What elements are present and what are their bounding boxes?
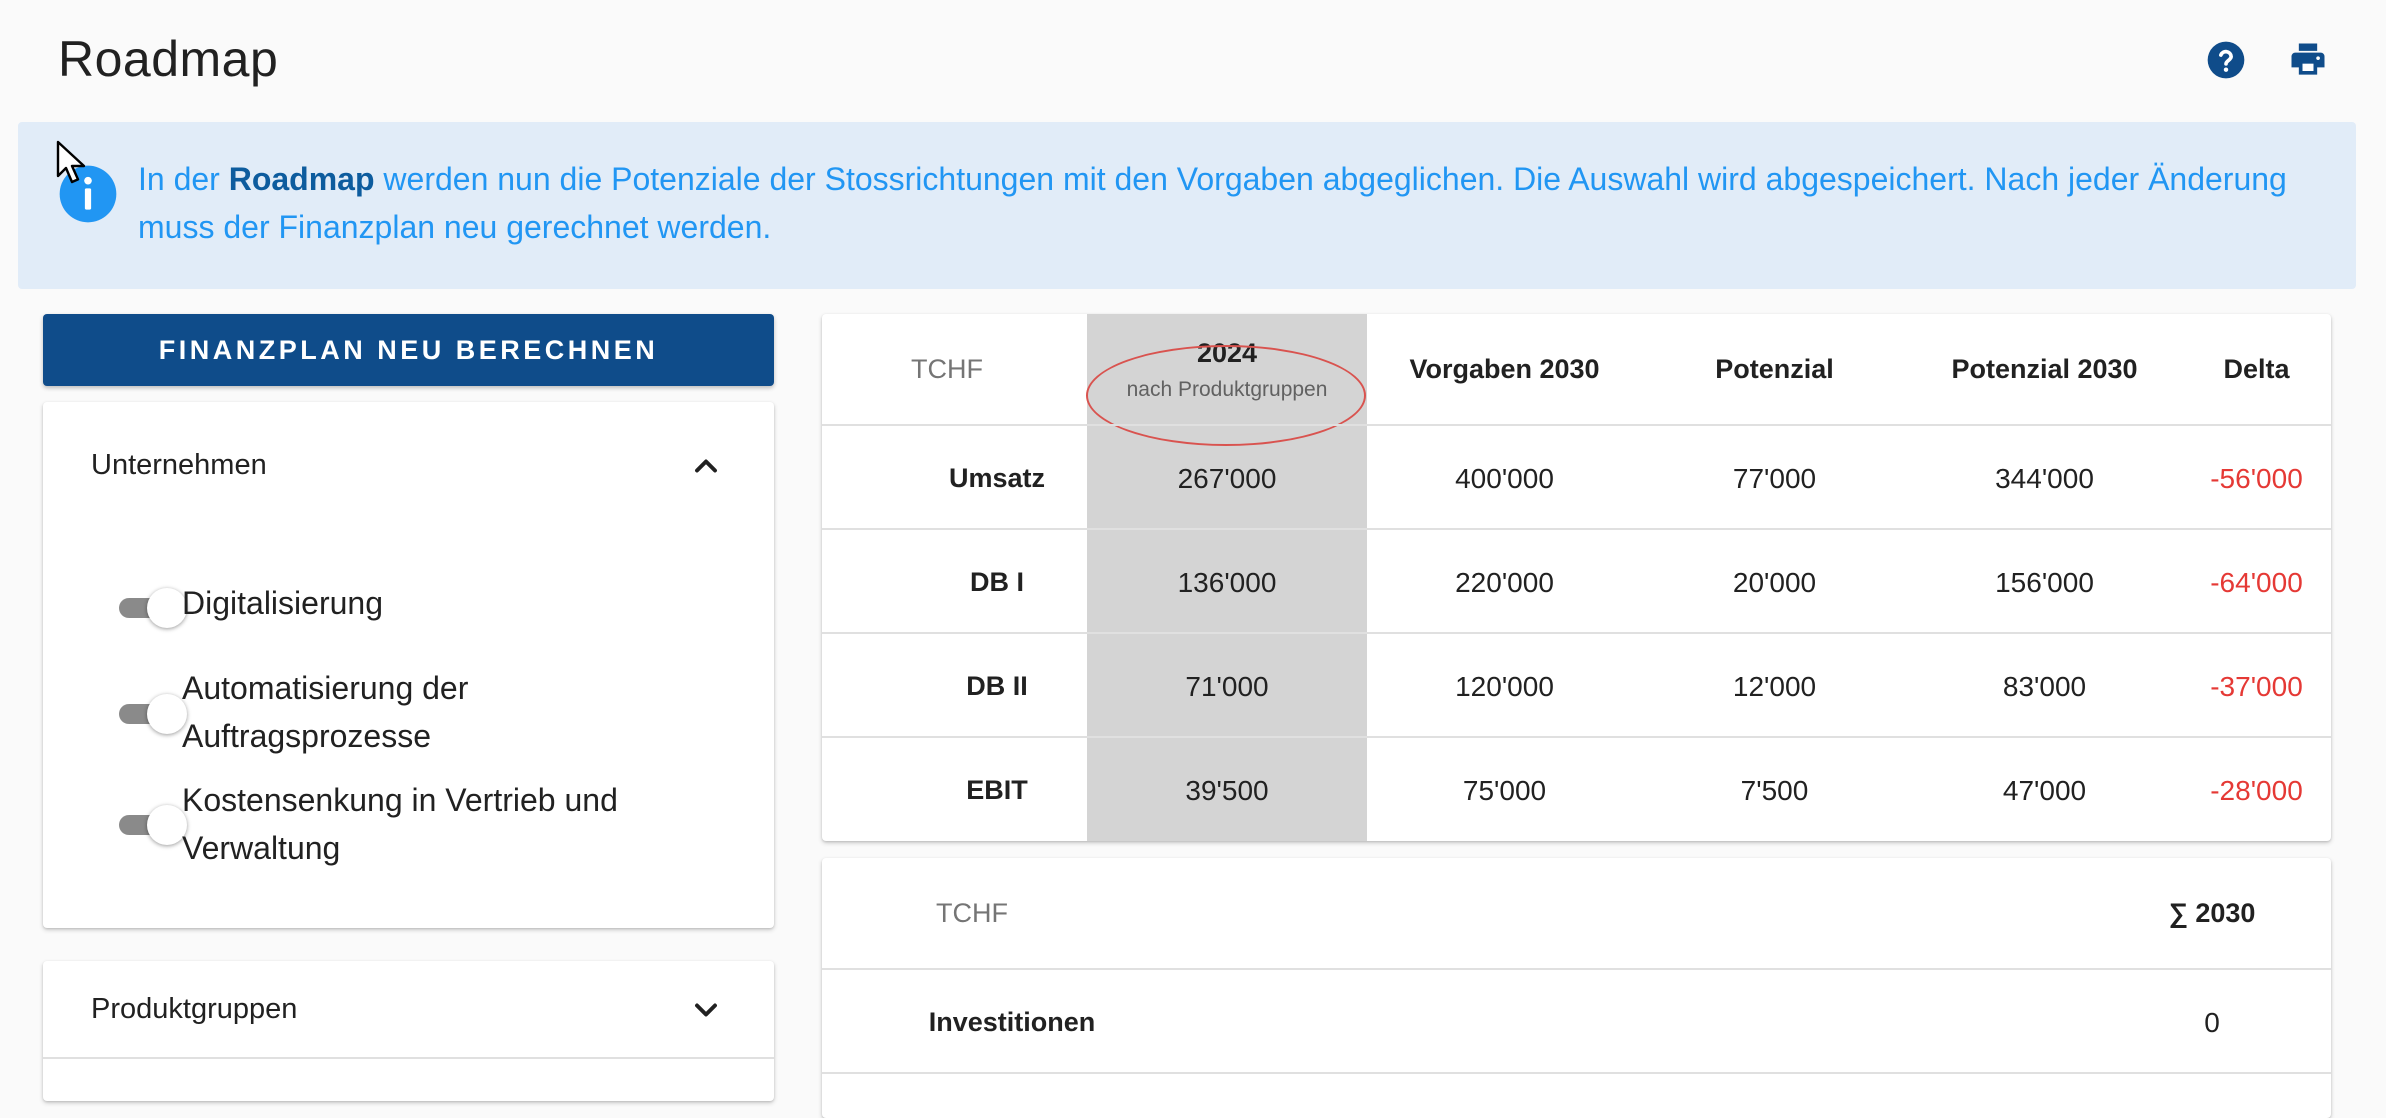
cell-vorgaben: 400'000 [1455,463,1554,494]
row-divider [822,424,2331,426]
toggle-label: Kostensenkung in Vertrieb und Verwaltung [182,782,618,866]
row-divider [822,528,2331,530]
toggle-label: Digitalisierung [182,585,383,621]
annotation-oval [1086,345,1366,446]
panel-produktgruppen-title[interactable]: Produktgruppen [91,993,297,1026]
chevron-up-icon[interactable] [688,448,724,484]
mouse-cursor-icon [56,140,86,184]
info-text-highlight: Roadmap [228,161,375,197]
info-text: In der Roadmap werden nun die Potenziale… [138,161,2287,245]
row-label: Investitionen [928,1007,1096,1037]
cell-delta: -56'000 [2210,463,2303,494]
toggle-switch[interactable] [115,692,187,734]
panel-unternehmen-title[interactable]: Unternehmen [91,449,267,482]
row-divider [822,632,2331,634]
help-circle-icon[interactable] [2204,38,2248,82]
cell-delta: -28'000 [2210,775,2303,806]
cell-potenzial-2030: 83'000 [2002,671,2087,702]
cell-vorgaben: 220'000 [1455,567,1554,598]
divider [43,1057,774,1059]
invest-table: TCHF ∑ 2030 Investitionen 0 [822,858,2331,1118]
kpi-table: TCHF 2024 nach Produktgruppen Vorgaben 2… [822,314,2331,841]
cell-2024: 267'000 [1177,463,1277,494]
col-header: Delta [2223,354,2290,384]
toggle-switch[interactable] [115,803,187,845]
cell-vorgaben: 75'000 [1462,775,1547,806]
col-header: Vorgaben 2030 [1409,354,1600,384]
cell-2024: 39'500 [1185,775,1269,806]
cell-potenzial-2030: 47'000 [2002,775,2087,806]
panel-produktgruppen: Produktgruppen [43,961,774,1101]
cell-potenzial: 12'000 [1732,671,1817,702]
cell-2024: 71'000 [1185,671,1269,702]
cell-potenzial: 7'500 [1740,775,1809,806]
unit-header: TCHF [936,898,1008,928]
cell-potenzial: 20'000 [1732,567,1817,598]
cell-potenzial-2030: 344'000 [1995,463,2094,494]
chevron-down-icon[interactable] [688,992,724,1028]
panel-unternehmen: Unternehmen Digitalisierung Automatisier… [43,402,774,928]
col-header: Potenzial 2030 [1951,354,2138,384]
cell-vorgaben: 120'000 [1455,671,1554,702]
cell-potenzial: 77'000 [1732,463,1817,494]
cell-2024: 136'000 [1177,567,1277,598]
printer-icon[interactable] [2286,38,2330,82]
cell-delta: -64'000 [2210,567,2303,598]
row-divider [822,1072,2331,1074]
cell-potenzial-2030: 156'000 [1995,567,2094,598]
unit-header: TCHF [911,354,983,384]
cell-sum: 0 [2204,1007,2220,1038]
recalc-finanzplan-button[interactable]: FINANZPLAN NEU BERECHNEN [43,314,774,386]
sum-header: ∑ 2030 [2168,898,2256,928]
col-header: Potenzial [1715,354,1834,384]
cell-delta: -37'000 [2210,671,2303,702]
toggle-label: Automatisierung der Auftragsprozesse [182,670,469,754]
page-title: Roadmap [58,31,279,87]
info-banner: In der Roadmap werden nun die Potenziale… [18,122,2356,289]
row-divider [822,736,2331,738]
row-divider [822,968,2331,970]
toggle-switch[interactable] [115,586,187,628]
